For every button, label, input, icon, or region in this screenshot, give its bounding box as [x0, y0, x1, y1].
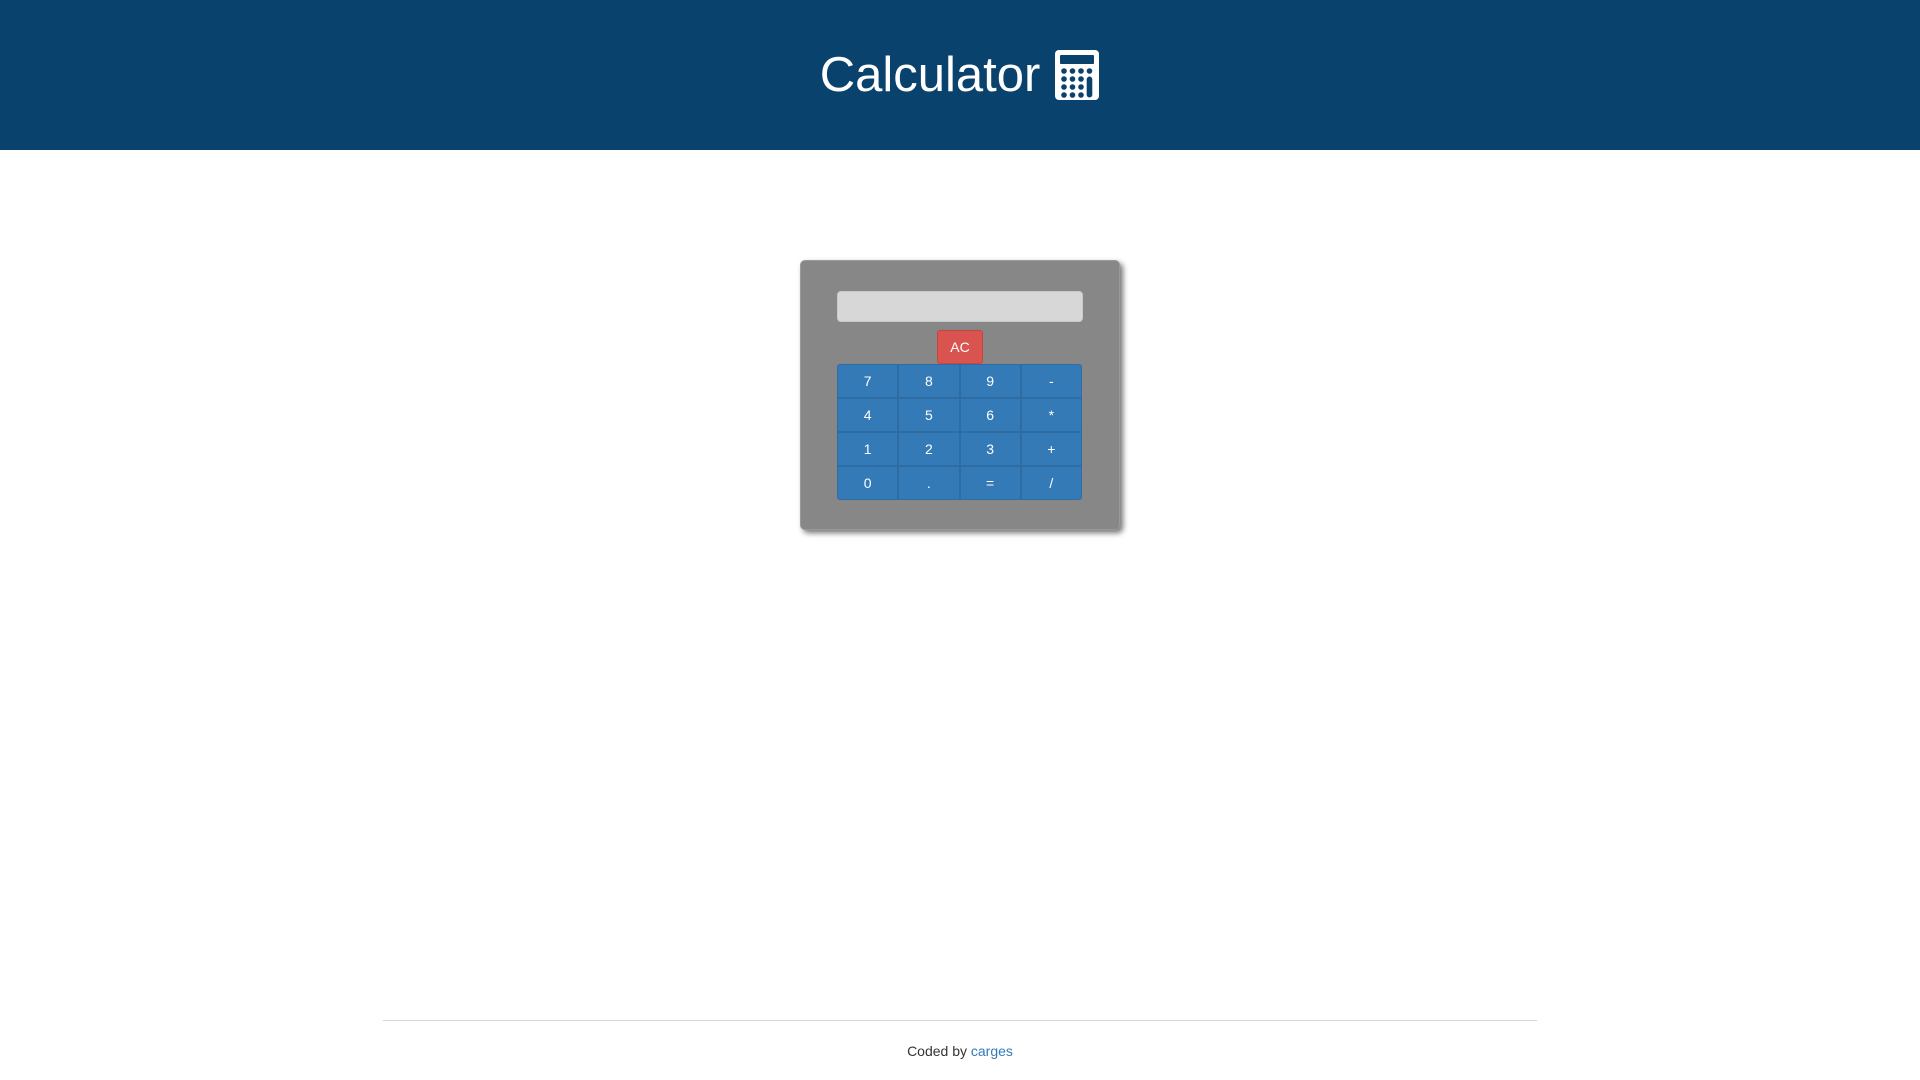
key-subtract[interactable]: - [1020, 364, 1082, 398]
calculator-panel: AC 7 8 9 - 4 5 6 * 1 2 3 + 0 . = / [800, 260, 1120, 530]
key-8[interactable]: 8 [898, 364, 960, 398]
calculator-icon [1054, 49, 1100, 101]
key-4[interactable]: 4 [837, 398, 899, 432]
header-title-group: Calculator [820, 47, 1101, 103]
key-multiply[interactable]: * [1020, 398, 1082, 432]
key-decimal[interactable]: . [898, 466, 960, 500]
page-title: Calculator [819, 48, 1041, 102]
key-9[interactable]: 9 [959, 364, 1021, 398]
footer-divider [383, 1020, 1537, 1021]
page-header: Calculator [0, 0, 1920, 150]
key-6[interactable]: 6 [959, 398, 1021, 432]
clear-button[interactable]: AC [937, 330, 983, 364]
footer-credit-text: Coded by [907, 1043, 971, 1059]
key-0[interactable]: 0 [837, 466, 899, 500]
keypad: 7 8 9 - 4 5 6 * 1 2 3 + 0 . = / [837, 364, 1082, 500]
key-7[interactable]: 7 [837, 364, 899, 398]
author-link[interactable]: carges [971, 1043, 1013, 1059]
footer: Coded by carges [0, 1043, 1920, 1059]
key-1[interactable]: 1 [837, 432, 899, 466]
key-equals[interactable]: = [959, 466, 1021, 500]
key-3[interactable]: 3 [959, 432, 1021, 466]
key-5[interactable]: 5 [898, 398, 960, 432]
key-add[interactable]: + [1020, 432, 1082, 466]
key-divide[interactable]: / [1020, 466, 1082, 500]
key-2[interactable]: 2 [898, 432, 960, 466]
calculator-display[interactable] [837, 291, 1083, 322]
